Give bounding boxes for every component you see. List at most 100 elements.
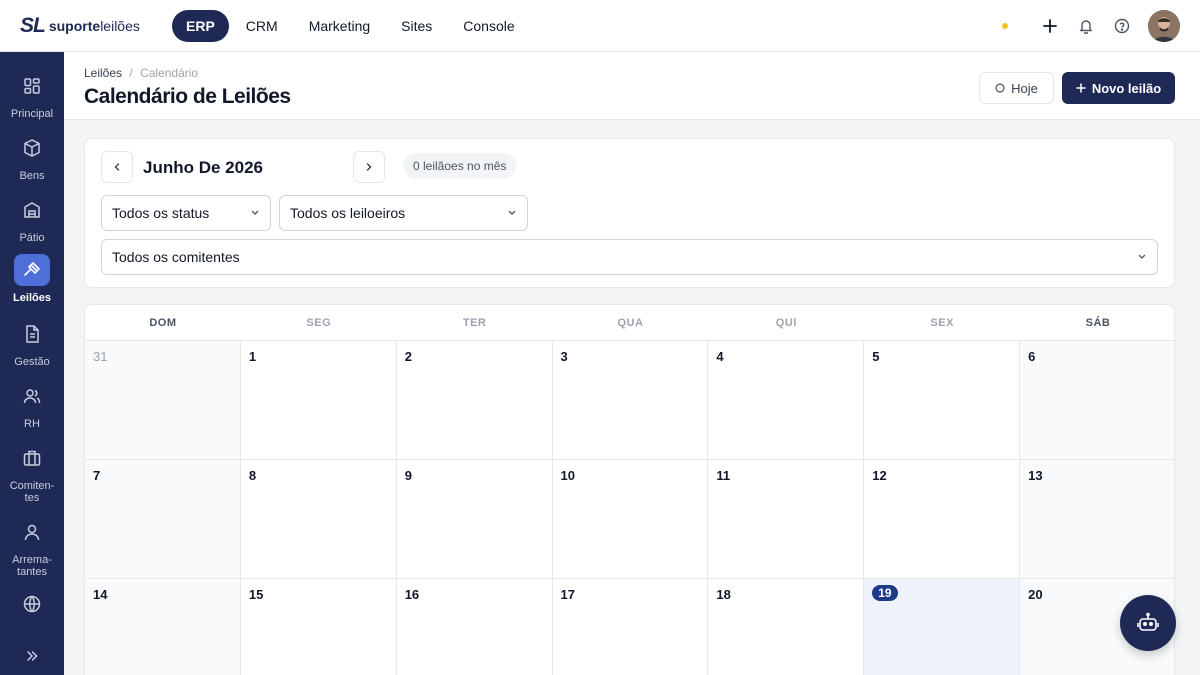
circle-icon	[995, 83, 1005, 93]
calendar-day-cell[interactable]: 10	[552, 460, 709, 579]
calendar-day-number: 17	[560, 587, 576, 602]
warehouse-icon	[14, 194, 50, 226]
sidebar-item-label: tes	[24, 492, 40, 504]
sidebar-item-arrematantes[interactable]: Arrema- tantes	[0, 516, 64, 578]
breadcrumb-leiloes[interactable]: Leilões	[84, 66, 122, 80]
calendar-day-number: 4	[716, 349, 724, 364]
calendar-day-cell[interactable]: 12	[864, 460, 1021, 579]
calendar-day-number: 31	[93, 349, 108, 364]
sidebar-item-label: Pátio	[19, 232, 45, 244]
user-icon	[14, 516, 50, 548]
nav-console[interactable]: Console	[449, 10, 528, 42]
chevron-down-icon	[251, 210, 259, 215]
month-count-badge: 0 leilãoes no mês	[403, 153, 517, 179]
calendar-day-cell[interactable]: 6	[1020, 341, 1174, 460]
calendar-grid: DOM SEG TER QUA QUI SEX SÁB 31 1 2 3 4 5 6 7 8 9 10 11 12 1…	[84, 304, 1175, 675]
sidebar-item-rh[interactable]: RH	[0, 380, 64, 430]
logo[interactable]: SL suporteleilões	[20, 14, 140, 38]
weekday-label: SEG	[306, 317, 332, 329]
auctioneer-select[interactable]: Todos os leiloeiros	[279, 195, 528, 231]
calendar-day-cell[interactable]: 13	[1020, 460, 1174, 579]
nav-erp[interactable]: ERP	[172, 10, 229, 42]
calendar-day-number: 8	[248, 468, 257, 483]
calendar-day-cell[interactable]: 18	[708, 579, 865, 675]
calendar-day-number: 3	[560, 349, 568, 364]
sidebar-item-leiloes[interactable]: Leilões	[0, 254, 64, 304]
today-button[interactable]: Hoje	[979, 72, 1054, 104]
avatar[interactable]	[1148, 10, 1180, 42]
calendar-day-cell[interactable]: 1	[240, 341, 397, 460]
calendar-day-cell[interactable]: 7	[85, 460, 241, 579]
sidebar-item-bens[interactable]: Bens	[0, 132, 64, 182]
assistant-button[interactable]	[1120, 595, 1176, 651]
main-nav: ERP CRM Marketing Sites Console	[172, 10, 532, 42]
chevron-left-icon	[114, 163, 120, 171]
breadcrumb-calendario: Calendário	[140, 66, 199, 80]
sidebar-item-sites[interactable]	[0, 588, 64, 626]
sidebar-item-patio[interactable]: Pátio	[0, 194, 64, 244]
calendar-day-number: 2	[404, 349, 412, 364]
status-dot	[1002, 23, 1008, 29]
nav-sites[interactable]: Sites	[387, 10, 446, 42]
calendar-day-cell[interactable]: 15	[240, 579, 397, 675]
logo-text: suporteleilões	[48, 18, 140, 34]
sidebar-item-label: Principal	[10, 108, 54, 120]
calendar-day-number: 19	[872, 585, 898, 601]
document-icon	[14, 318, 50, 350]
calendar-day-cell[interactable]: 31	[85, 341, 241, 460]
sidebar-item-comitentes[interactable]: Comiten- tes	[0, 442, 64, 504]
calendar-day-cell[interactable]: 11	[708, 460, 865, 579]
status-select-value: Todos os status	[112, 205, 210, 221]
sidebar-item-gestao[interactable]: Gestão	[0, 318, 64, 368]
box-icon	[14, 132, 50, 164]
sidebar-item-principal[interactable]: Principal	[0, 70, 64, 120]
consignor-select[interactable]: Todos os comitentes	[101, 239, 1158, 275]
next-month-button[interactable]	[353, 151, 385, 183]
top-bar: SL suporteleilões ERP CRM Marketing Site…	[0, 0, 1200, 52]
sidebar: Principal Bens Pátio Leilões Gestão RH C…	[0, 52, 64, 675]
globe-icon	[14, 588, 50, 620]
chevrons-right-icon	[14, 640, 50, 672]
logo-mark: SL	[20, 14, 46, 37]
plus-icon[interactable]	[1032, 10, 1068, 42]
robot-icon	[1137, 612, 1159, 631]
calendar-day-cell[interactable]: 2	[396, 341, 553, 460]
calendar-day-number: 15	[248, 587, 264, 602]
calendar-day-number: 11	[716, 468, 731, 483]
status-select[interactable]: Todos os status	[101, 195, 271, 231]
grid-icon	[14, 70, 50, 102]
calendar-day-cell[interactable]: 5	[864, 341, 1021, 460]
sidebar-expand[interactable]	[0, 640, 64, 675]
calendar-day-cell[interactable]: 3	[552, 341, 709, 460]
nav-marketing[interactable]: Marketing	[295, 10, 384, 42]
calendar-day-cell[interactable]: 4	[708, 341, 865, 460]
weekday-label: SEX	[930, 317, 954, 329]
top-actions	[1002, 10, 1180, 42]
previous-month-button[interactable]	[101, 151, 133, 183]
weekday-label: SÁB	[1085, 317, 1111, 329]
calendar-day-cell[interactable]: 17	[552, 579, 709, 675]
bell-icon[interactable]	[1068, 10, 1104, 42]
calendar-day-number: 6	[1028, 349, 1036, 364]
weekday-label: DOM	[149, 317, 177, 329]
sidebar-item-label: Leilões	[13, 292, 51, 304]
new-auction-button-label: Novo leilão	[1091, 80, 1162, 96]
calendar-day-cell[interactable]: 16	[396, 579, 553, 675]
help-icon[interactable]	[1104, 10, 1140, 42]
calendar-day-number: 7	[93, 468, 101, 483]
users-icon	[14, 380, 50, 412]
nav-crm[interactable]: CRM	[232, 10, 292, 42]
calendar-day-number: 18	[716, 587, 731, 602]
calendar-day-cell[interactable]: 14	[85, 579, 241, 675]
calendar-day-number: 14	[93, 587, 108, 602]
new-auction-button[interactable]: Novo leilão	[1062, 72, 1175, 104]
calendar-day-cell[interactable]: 9	[396, 460, 553, 579]
weekday-label: TER	[462, 317, 487, 329]
today-button-label: Hoje	[1011, 80, 1038, 96]
sidebar-item-label: Bens	[19, 170, 45, 182]
auctioneer-select-value: Todos os leiloeiros	[290, 205, 406, 221]
calendar-day-cell[interactable]: 8	[240, 460, 397, 579]
calendar-day-cell[interactable]: 19	[864, 579, 1021, 675]
chevron-right-icon	[366, 163, 372, 171]
consignor-select-value: Todos os comitentes	[112, 249, 240, 265]
